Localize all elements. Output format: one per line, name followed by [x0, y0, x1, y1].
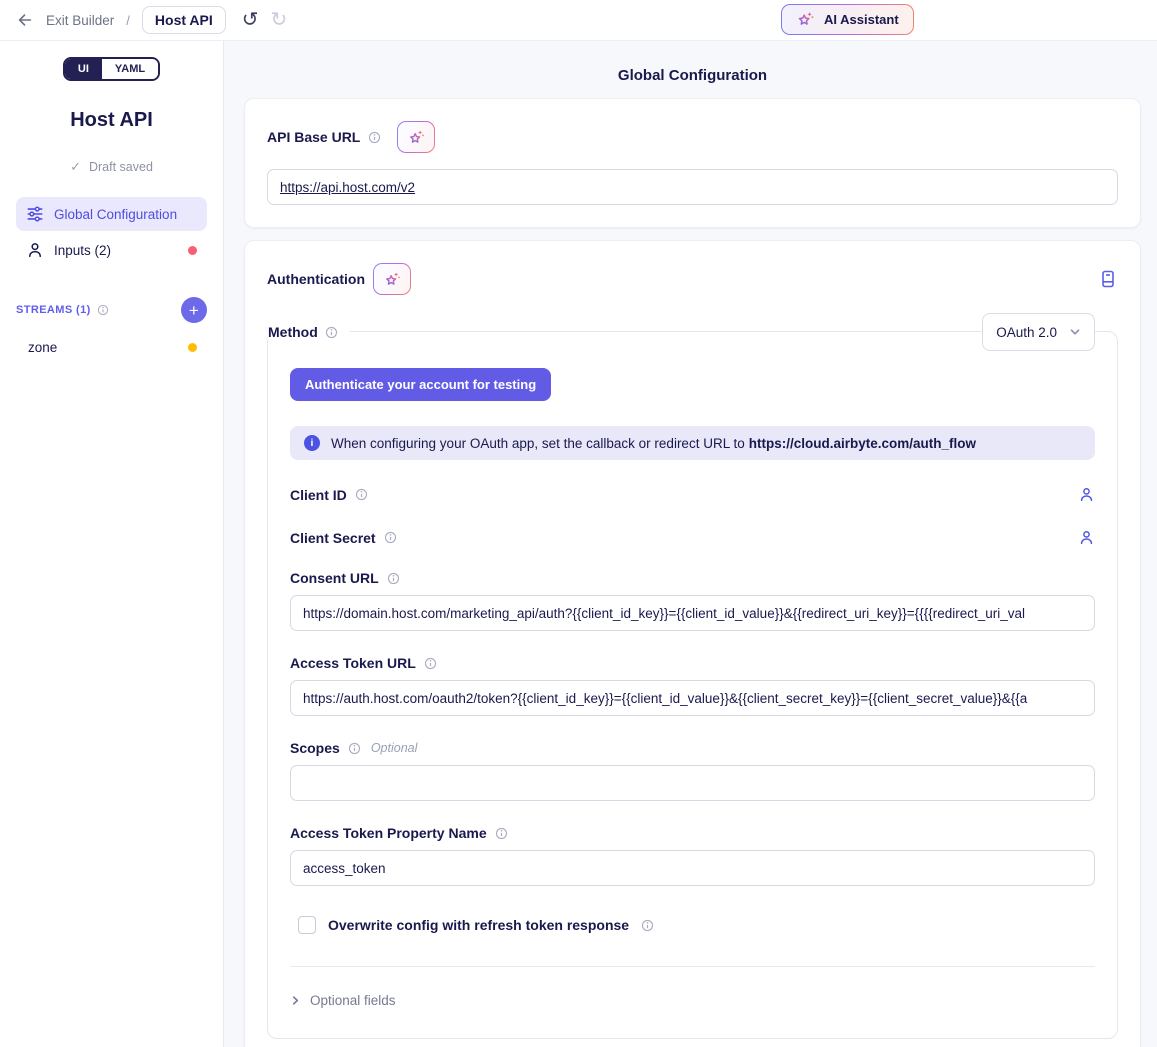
sidebar-item-stream-zone[interactable]: zone	[16, 333, 207, 362]
client-id-label: Client ID	[290, 487, 347, 503]
info-icon	[355, 488, 368, 501]
scopes-input[interactable]	[290, 765, 1095, 801]
access-token-url-label: Access Token URL	[290, 655, 416, 671]
ai-assist-auth-button[interactable]	[373, 263, 411, 295]
access-token-url-input[interactable]	[290, 680, 1095, 716]
ui-yaml-toggle[interactable]: UI YAML	[63, 57, 160, 81]
breadcrumb-exit-builder[interactable]: Exit Builder	[46, 13, 114, 28]
chevron-right-icon	[290, 995, 301, 1006]
ai-assist-field-button[interactable]	[397, 121, 435, 153]
draft-status-label: Draft saved	[89, 160, 153, 174]
breadcrumb-separator: /	[126, 13, 130, 28]
consent-url-field: Consent URL	[290, 570, 1095, 631]
ai-assistant-label: AI Assistant	[824, 12, 899, 27]
info-icon	[495, 827, 508, 840]
sidebar-item-global-configuration[interactable]: Global Configuration	[16, 197, 207, 231]
method-label: Method	[268, 324, 318, 340]
oauth-config-section: Method OAuth 2.0 Authenticate you	[267, 331, 1118, 1039]
optional-fields-label: Optional fields	[310, 993, 396, 1008]
back-arrow-icon[interactable]	[16, 11, 34, 29]
scopes-label: Scopes	[290, 740, 340, 756]
consent-url-input[interactable]	[290, 595, 1095, 631]
authentication-title: Authentication	[267, 271, 365, 287]
api-base-url-label: API Base URL	[267, 129, 360, 145]
sidebar-item-label: Global Configuration	[54, 207, 177, 222]
toggle-ui[interactable]: UI	[65, 59, 102, 79]
overwrite-config-label: Overwrite config with refresh token resp…	[328, 917, 629, 933]
info-icon	[368, 131, 381, 144]
sidebar-item-inputs[interactable]: Inputs (2)	[16, 233, 207, 267]
overwrite-config-checkbox[interactable]	[298, 916, 316, 934]
consent-url-label: Consent URL	[290, 570, 379, 586]
connector-name-field[interactable]: Host API	[142, 6, 226, 34]
token-property-field: Access Token Property Name	[290, 825, 1095, 886]
sparkle-star-icon	[796, 10, 815, 29]
token-property-input[interactable]	[290, 850, 1095, 886]
top-bar: Exit Builder / Host API ↺ ↻ AI Assistant	[0, 0, 1157, 41]
user-input-link-icon[interactable]	[1078, 486, 1095, 503]
sidebar: UI YAML Host API ✓ Draft saved Global Co…	[0, 41, 224, 1047]
api-base-url-input[interactable]	[267, 169, 1118, 205]
scopes-optional-hint: Optional	[371, 741, 418, 755]
info-icon	[384, 531, 397, 544]
streams-header-label: STREAMS (1)	[16, 304, 91, 316]
client-secret-label: Client Secret	[290, 530, 376, 546]
optional-fields-toggle[interactable]: Optional fields	[290, 993, 1095, 1008]
banner-text: When configuring your OAuth app, set the…	[331, 436, 976, 451]
draft-status: ✓ Draft saved	[16, 159, 207, 175]
chevron-down-icon	[1069, 326, 1081, 338]
check-icon: ✓	[70, 159, 81, 175]
client-secret-row: Client Secret	[290, 529, 1095, 546]
inputs-status-dot	[188, 246, 197, 255]
stream-status-dot	[188, 343, 197, 352]
client-id-row: Client ID	[290, 486, 1095, 503]
auth-method-value: OAuth 2.0	[996, 325, 1057, 340]
oauth-callback-banner: i When configuring your OAuth app, set t…	[290, 426, 1095, 460]
toggle-yaml[interactable]: YAML	[102, 59, 158, 79]
info-icon	[641, 919, 654, 932]
docs-book-icon[interactable]	[1098, 269, 1118, 289]
undo-icon[interactable]: ↺	[242, 10, 259, 30]
add-stream-button[interactable]: +	[181, 297, 207, 323]
user-input-link-icon[interactable]	[1078, 529, 1095, 546]
access-token-url-field: Access Token URL	[290, 655, 1095, 716]
auth-method-select[interactable]: OAuth 2.0	[982, 313, 1095, 351]
streams-header: STREAMS (1) +	[16, 297, 207, 323]
connector-title: Host API	[16, 109, 207, 132]
sliders-icon	[26, 205, 44, 223]
api-base-url-card: API Base URL	[244, 98, 1141, 228]
page-title: Global Configuration	[244, 67, 1141, 84]
person-icon	[26, 241, 44, 259]
sidebar-item-label: Inputs (2)	[54, 243, 111, 258]
authenticate-button[interactable]: Authenticate your account for testing	[290, 368, 551, 401]
info-icon	[424, 657, 437, 670]
info-icon	[97, 304, 109, 316]
main-panel: Global Configuration API Base URL	[224, 41, 1157, 1047]
stream-label: zone	[28, 340, 57, 355]
scopes-field: Scopes Optional	[290, 740, 1095, 801]
info-icon	[348, 742, 361, 755]
info-icon	[387, 572, 400, 585]
sidebar-nav: Global Configuration Inputs (2)	[16, 197, 207, 267]
section-divider	[290, 966, 1095, 967]
info-circle-icon: i	[304, 435, 320, 451]
ai-assistant-button[interactable]: AI Assistant	[781, 4, 914, 35]
authentication-card: Authentication	[244, 240, 1141, 1047]
token-property-label: Access Token Property Name	[290, 825, 487, 841]
overwrite-config-row: Overwrite config with refresh token resp…	[290, 916, 1095, 934]
redo-icon: ↻	[271, 10, 288, 30]
info-icon	[325, 326, 338, 339]
banner-url: https://cloud.airbyte.com/auth_flow	[749, 436, 976, 451]
